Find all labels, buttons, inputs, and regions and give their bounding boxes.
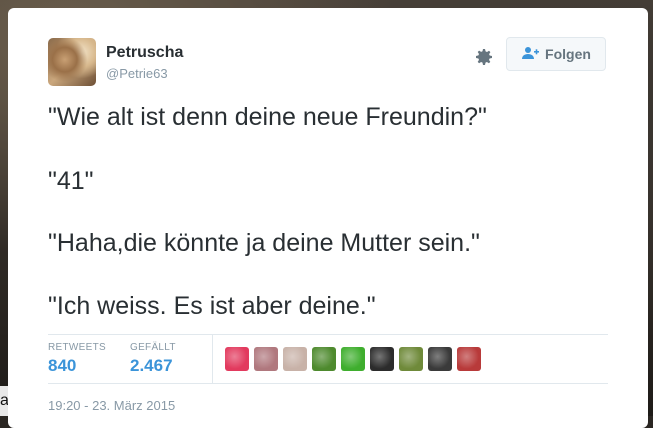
avatar[interactable]	[48, 38, 96, 86]
follow-label: Folgen	[545, 46, 591, 62]
likes-stat[interactable]: GEFÄLLT 2.467	[130, 342, 176, 376]
favoriter-avatar[interactable]	[428, 347, 452, 371]
favoriter-avatar[interactable]	[399, 347, 423, 371]
favoriter-avatar[interactable]	[312, 347, 336, 371]
tweet-text-line-2: "41"	[48, 167, 94, 195]
favoriter-avatars	[225, 347, 481, 371]
tweet-text-line-3: "Haha,die könnte ja deine Mutter sein."	[48, 229, 480, 257]
favoriter-avatar[interactable]	[254, 347, 278, 371]
tweet-text-line-4: "Ich weiss. Es ist aber deine."	[48, 292, 376, 320]
retweets-count: 840	[48, 356, 77, 375]
favoriter-avatar[interactable]	[370, 347, 394, 371]
favoriter-avatar[interactable]	[225, 347, 249, 371]
author-name[interactable]: Petruscha	[106, 44, 183, 62]
likes-label: GEFÄLLT	[130, 342, 176, 353]
retweets-label: RETWEETS	[48, 342, 106, 353]
follow-button[interactable]: Folgen	[506, 37, 606, 71]
retweet-stat[interactable]: RETWEETS 840	[48, 342, 106, 376]
tweet-card: Petruscha @Petrie63 Folgen "Wie alt ist …	[8, 8, 648, 428]
add-user-icon	[521, 46, 540, 63]
stats-divider	[212, 335, 213, 383]
favoriter-avatar[interactable]	[283, 347, 307, 371]
tweet-stats: RETWEETS 840 GEFÄLLT 2.467	[48, 334, 608, 384]
tweet-text-line-1: "Wie alt ist denn deine neue Freundin?"	[48, 103, 487, 131]
author-handle[interactable]: @Petrie63	[106, 66, 168, 81]
favoriter-avatar[interactable]	[457, 347, 481, 371]
favoriter-avatar[interactable]	[341, 347, 365, 371]
tweet-timestamp[interactable]: 19:20 - 23. März 2015	[48, 398, 175, 413]
likes-count: 2.467	[130, 356, 173, 375]
background-edge-text: a	[0, 386, 8, 416]
gear-icon[interactable]	[472, 45, 496, 69]
